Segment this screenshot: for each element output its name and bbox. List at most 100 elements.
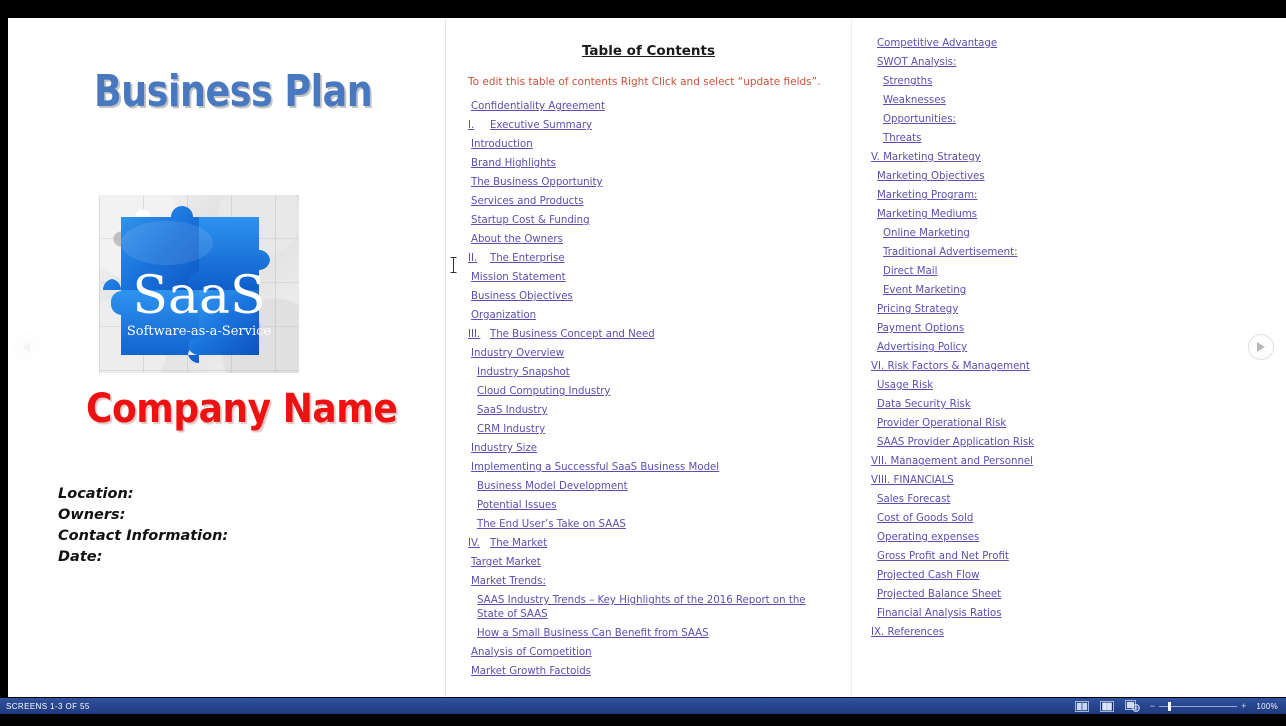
toc-entry[interactable]: Marketing Mediums bbox=[877, 208, 977, 221]
toc-entry[interactable]: Services and Products bbox=[471, 195, 584, 208]
toc-entry[interactable]: Cloud Computing Industry bbox=[477, 385, 610, 398]
toc-entry[interactable]: Analysis of Competition bbox=[471, 646, 592, 659]
puzzle-pieces-graphic: SaaS Software-as-a-Service bbox=[102, 206, 272, 364]
toc-heading: Table of Contents bbox=[581, 43, 716, 59]
toc-entry[interactable]: Marketing Program: bbox=[877, 189, 977, 202]
toc-entry[interactable]: About the Owners bbox=[471, 233, 563, 246]
toc-entry-number: II. bbox=[468, 253, 478, 264]
toc-entry[interactable]: Data Security Risk bbox=[877, 398, 971, 411]
toc-entry[interactable]: Pricing Strategy bbox=[877, 303, 958, 316]
svg-text:Software-as-a-Service: Software-as-a-Service bbox=[127, 324, 272, 339]
chevron-right-icon bbox=[1257, 342, 1265, 352]
toc-entry[interactable]: Payment Options bbox=[877, 322, 964, 335]
read-mode-icon[interactable] bbox=[1075, 700, 1090, 712]
toc-entry[interactable]: Cost of Goods Sold bbox=[877, 512, 973, 525]
toc-entry[interactable]: Business Model Development bbox=[477, 480, 628, 493]
toc-list-middle: Confidentiality Agreement I. Executive Sum… bbox=[446, 100, 851, 678]
toc-entry[interactable]: Advertising Policy bbox=[877, 341, 967, 354]
toc-entry[interactable]: Potential Issues bbox=[477, 499, 557, 512]
zoom-out-button[interactable]: − bbox=[1150, 701, 1155, 711]
zoom-percentage-label: 100% bbox=[1256, 701, 1278, 711]
toc-entry[interactable]: Provider Operational Risk bbox=[877, 417, 1006, 430]
previous-page-arrow-icon[interactable] bbox=[13, 334, 39, 360]
svg-text:SaaS: SaaS bbox=[132, 266, 265, 326]
saas-puzzle-logo: SaaS Software-as-a-Service bbox=[99, 195, 299, 373]
toc-entry-label: The Business Concept and Need bbox=[490, 329, 655, 340]
toc-entry[interactable]: How a Small Business Can Benefit from SA… bbox=[477, 627, 709, 640]
toc-entry[interactable]: Mission Statement bbox=[471, 271, 566, 284]
toc-entry[interactable]: Online Marketing bbox=[883, 227, 970, 240]
toc-entry[interactable]: Projected Balance Sheet bbox=[877, 588, 1001, 601]
status-bar: SCREENS 1-3 OF 55 − + 100% bbox=[0, 698, 1286, 714]
page-title: Business Plan bbox=[94, 66, 373, 117]
web-layout-icon[interactable] bbox=[1124, 700, 1140, 712]
page-column-cover: Business Plan SaaS Software-as-a-Service… bbox=[8, 18, 445, 697]
toc-entry[interactable]: SAAS Industry Trends – Key Highlights of… bbox=[477, 594, 829, 621]
print-layout-icon[interactable] bbox=[1100, 700, 1115, 712]
toc-entry[interactable]: Event Marketing bbox=[883, 284, 966, 297]
zoom-in-button[interactable]: + bbox=[1241, 701, 1246, 711]
toc-entry[interactable]: Marketing Objectives bbox=[877, 170, 985, 183]
toc-entry-label: Executive Summary bbox=[490, 120, 593, 131]
toc-entry[interactable]: III. The Business Concept and Need bbox=[468, 328, 655, 341]
toc-entry[interactable]: Financial Analysis Ratios bbox=[877, 607, 1002, 620]
toc-entry[interactable]: Startup Cost & Funding bbox=[471, 214, 590, 227]
toc-entry[interactable]: Industry Snapshot bbox=[477, 366, 570, 379]
toc-entry[interactable]: The Business Opportunity bbox=[471, 176, 602, 189]
toc-entry[interactable]: Gross Profit and Net Profit bbox=[877, 550, 1009, 563]
toc-entry[interactable]: SAAS Provider Application Risk bbox=[877, 436, 1034, 449]
toc-entry[interactable]: SaaS Industry bbox=[477, 404, 548, 417]
toc-entry[interactable]: Opportunities: bbox=[883, 113, 956, 126]
toc-entry[interactable]: Operating expenses bbox=[877, 531, 979, 544]
toc-entry[interactable]: Threats bbox=[883, 132, 921, 145]
toc-entry[interactable]: Direct Mail bbox=[883, 265, 937, 278]
toc-entry-label: The Market bbox=[490, 538, 548, 549]
toc-entry[interactable]: Competitive Advantage bbox=[877, 37, 997, 50]
toc-entry[interactable]: Weaknesses bbox=[883, 94, 946, 107]
next-page-arrow-icon[interactable] bbox=[1248, 334, 1274, 360]
toc-entry[interactable]: IV. The Market bbox=[468, 537, 547, 550]
zoom-slider[interactable]: − + bbox=[1150, 701, 1247, 711]
toc-entry[interactable]: Introduction bbox=[471, 138, 533, 151]
toc-entry[interactable]: The End User’s Take on SAAS bbox=[477, 518, 626, 531]
toc-entry[interactable]: Projected Cash Flow bbox=[877, 569, 979, 582]
toc-entry[interactable]: I. Executive Summary bbox=[468, 119, 592, 132]
toc-entry[interactable]: IX. References bbox=[871, 626, 944, 639]
zoom-slider-handle[interactable] bbox=[1168, 701, 1172, 711]
screens-counter: SCREENS 1-3 OF 55 bbox=[6, 701, 90, 711]
toc-entry[interactable]: Sales Forecast bbox=[877, 493, 950, 506]
document-canvas: Business Plan SaaS Software-as-a-Service… bbox=[8, 18, 1286, 697]
toc-entry[interactable]: V. Marketing Strategy bbox=[871, 151, 981, 164]
meta-owners: Owners: bbox=[58, 507, 126, 523]
toc-entry[interactable]: II. The Enterprise bbox=[468, 252, 565, 265]
toc-entry[interactable]: Business Objectives bbox=[471, 290, 573, 303]
toc-entry[interactable]: CRM Industry bbox=[477, 423, 545, 436]
toc-entry[interactable]: Usage Risk bbox=[877, 379, 933, 392]
toc-entry[interactable]: Implementing a Successful SaaS Business … bbox=[471, 461, 719, 474]
meta-location: Location: bbox=[58, 486, 134, 502]
toc-entry[interactable]: VI. Risk Factors & Management bbox=[871, 360, 1030, 373]
cover-meta-block: Location: Owners: Contact Information: D… bbox=[58, 484, 228, 568]
toc-entry[interactable]: Organization bbox=[471, 309, 536, 322]
toc-entry[interactable]: Industry Size bbox=[471, 442, 537, 455]
word-reading-view-window: Business Plan SaaS Software-as-a-Service… bbox=[0, 0, 1286, 726]
toc-update-note: To edit this table of contents Right Cli… bbox=[468, 76, 821, 88]
toc-entry[interactable]: Traditional Advertisement: bbox=[883, 246, 1018, 259]
toc-entry[interactable]: Strengths bbox=[883, 75, 932, 88]
toc-entry[interactable]: Market Growth Factoids bbox=[471, 665, 591, 678]
toc-entry-number: IV. bbox=[468, 538, 480, 549]
toc-entry-number: III. bbox=[468, 329, 481, 340]
toc-entry[interactable]: SWOT Analysis: bbox=[877, 56, 956, 69]
page-column-toc-2: Competitive Advantage SWOT Analysis: Stren… bbox=[851, 18, 1286, 697]
page-column-toc-1: Table of Contents To edit this table of … bbox=[445, 18, 851, 697]
toc-entry[interactable]: Market Trends: bbox=[471, 575, 546, 588]
meta-date: Date: bbox=[58, 549, 103, 565]
toc-entry[interactable]: Target Market bbox=[471, 556, 541, 569]
toc-entry[interactable]: VII. Management and Personnel bbox=[871, 455, 1033, 468]
toc-entry-label: The Enterprise bbox=[490, 253, 565, 264]
toc-entry[interactable]: Confidentiality Agreement bbox=[471, 100, 605, 113]
zoom-slider-track[interactable] bbox=[1159, 701, 1238, 711]
toc-entry[interactable]: Industry Overview bbox=[471, 347, 564, 360]
toc-entry[interactable]: Brand Highlights bbox=[471, 157, 556, 170]
toc-entry[interactable]: VIII. FINANCIALS bbox=[871, 474, 954, 487]
